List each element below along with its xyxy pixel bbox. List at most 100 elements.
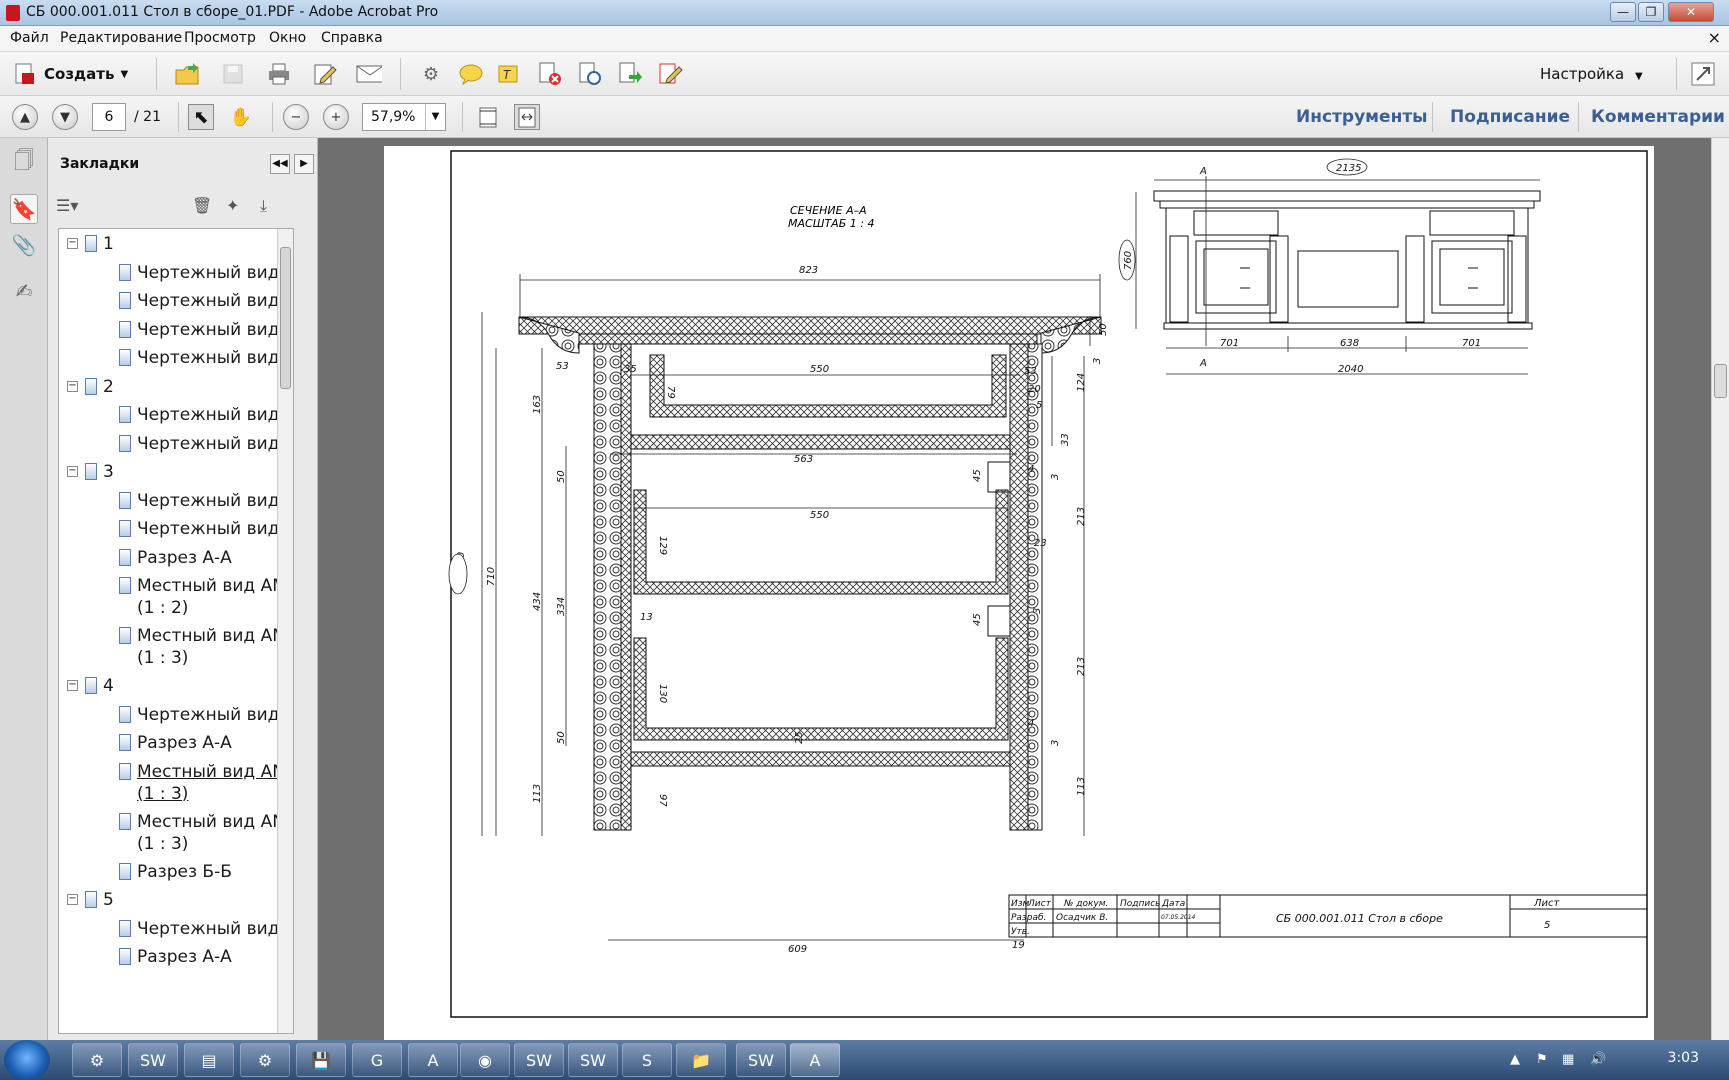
maximize-button[interactable]: ❐ bbox=[1638, 2, 1664, 22]
document-scroll-thumb[interactable] bbox=[1714, 364, 1727, 398]
page-number-input[interactable]: 6 bbox=[92, 103, 126, 131]
zoom-in-button[interactable]: + bbox=[323, 104, 349, 130]
taskbar-clock[interactable]: 3:03 bbox=[1668, 1050, 1699, 1066]
dim-550-mid: 550 bbox=[810, 510, 829, 521]
flag-icon[interactable]: ⚑ bbox=[1536, 1052, 1548, 1067]
bookmark-icon bbox=[119, 320, 131, 338]
taskbar-app-button[interactable]: SW bbox=[736, 1043, 786, 1077]
extract-page-icon[interactable] bbox=[617, 61, 643, 87]
bookmarks-icon[interactable]: 🔖 bbox=[10, 194, 38, 224]
new-bookmark-icon[interactable]: ✦ bbox=[226, 196, 239, 215]
dim-3-a: 3 bbox=[1092, 358, 1103, 364]
toolbar-separator bbox=[156, 58, 157, 90]
toolbar-separator bbox=[1578, 102, 1579, 132]
print-icon[interactable] bbox=[266, 61, 292, 87]
collapse-toggle-icon[interactable]: − bbox=[67, 680, 78, 691]
tools-pane-link[interactable]: Инструменты bbox=[1296, 107, 1428, 127]
collapse-panel-button[interactable]: ◀◀ bbox=[270, 154, 290, 174]
taskbar-app-button[interactable]: G bbox=[352, 1043, 402, 1077]
create-button[interactable]: Создать ▼ bbox=[12, 60, 128, 88]
expand-icon[interactable] bbox=[1690, 61, 1716, 87]
menu-help[interactable]: Справка bbox=[321, 30, 383, 46]
create-button-label: Создать bbox=[44, 65, 115, 83]
menu-file[interactable]: Файл bbox=[10, 30, 49, 46]
tray-arrow-icon[interactable]: ▲ bbox=[1510, 1052, 1520, 1067]
document-view[interactable]: СЕЧЕНИЕ А–А МАСШТАБ 1 : 4 823 710 434 33… bbox=[318, 138, 1711, 1040]
comment-pane-link[interactable]: Комментарии bbox=[1591, 107, 1725, 127]
collapse-toggle-icon[interactable]: − bbox=[67, 466, 78, 477]
menu-window[interactable]: Окно bbox=[269, 30, 306, 46]
document-close-icon[interactable]: × bbox=[1708, 28, 1721, 47]
hand-tool-icon[interactable]: ✋ bbox=[228, 104, 254, 130]
gear-icon[interactable]: ⚙ bbox=[418, 61, 444, 87]
taskbar-app-button[interactable]: A bbox=[790, 1043, 840, 1077]
trash-icon[interactable]: 🗑 bbox=[192, 196, 212, 215]
bookmark-icon bbox=[119, 577, 131, 594]
bookmarks-panel: Закладки ◀◀ ▶ ☰▾ 🗑 ✦ ⤓ − 1 Чертежный вид2 Ч… bbox=[48, 138, 318, 1040]
fit-page-icon[interactable] bbox=[475, 104, 501, 130]
next-page-button[interactable]: ▼ bbox=[52, 104, 78, 130]
collapse-toggle-icon[interactable]: − bbox=[67, 238, 78, 249]
customize-dropdown[interactable]: Настройка ▼ bbox=[1540, 65, 1643, 83]
tb-sheet-number: 5 bbox=[1544, 920, 1550, 931]
open-folder-icon[interactable] bbox=[174, 61, 200, 87]
main-toolbar: Создать ▼ ⚙ T Настройка ▼ bbox=[0, 52, 1729, 96]
highlight-text-icon[interactable]: T bbox=[497, 61, 523, 87]
expand-bookmark-icon[interactable]: ⤓ bbox=[260, 196, 267, 216]
close-button[interactable]: ✕ bbox=[1668, 2, 1714, 22]
taskbar-app-button[interactable]: 💾 bbox=[296, 1043, 346, 1077]
bookmark-options-icon[interactable]: ☰▾ bbox=[56, 196, 78, 215]
dim-33: 33 bbox=[1060, 433, 1071, 446]
scroll-thumb[interactable] bbox=[280, 247, 291, 389]
bookmark-icon bbox=[119, 292, 131, 309]
collapse-toggle-icon[interactable]: − bbox=[67, 894, 78, 905]
dim-50-lower: 50 bbox=[556, 731, 567, 744]
save-icon[interactable] bbox=[220, 61, 246, 87]
taskbar-app-button[interactable]: ◉ bbox=[460, 1043, 510, 1077]
taskbar-app-button[interactable]: A bbox=[408, 1043, 458, 1077]
export-page-icon[interactable] bbox=[577, 61, 603, 87]
panel-options-button[interactable]: ▶ bbox=[294, 154, 314, 174]
bookmark-icon bbox=[119, 705, 131, 723]
collapse-toggle-icon[interactable]: − bbox=[67, 380, 78, 392]
zoom-level-value: 57,9% bbox=[371, 109, 416, 125]
attachments-icon[interactable]: 📎 bbox=[10, 230, 38, 260]
taskbar-app-button[interactable]: ⚙ bbox=[240, 1043, 290, 1077]
chevron-down-icon[interactable]: ▼ bbox=[425, 104, 445, 130]
toolbar-separator bbox=[462, 102, 463, 132]
taskbar-app-button[interactable]: SW bbox=[514, 1043, 564, 1077]
tb-role-approved: Утв. bbox=[1011, 927, 1030, 937]
email-icon[interactable] bbox=[356, 61, 382, 87]
taskbar-app-button[interactable]: S bbox=[622, 1043, 672, 1077]
edit-document-icon[interactable] bbox=[312, 61, 338, 87]
zoom-level-input[interactable]: 57,9% ▼ bbox=[362, 103, 446, 131]
sign-pane-link[interactable]: Подписание bbox=[1450, 107, 1570, 127]
dim-25: 25 bbox=[794, 731, 805, 744]
signatures-icon[interactable]: ✍ bbox=[10, 276, 38, 306]
select-tool-icon[interactable]: ⬉ bbox=[188, 104, 214, 130]
sign-document-icon[interactable] bbox=[657, 61, 683, 87]
document-scrollbar[interactable] bbox=[1711, 138, 1729, 1040]
tb-sheet-label: Лист bbox=[1533, 898, 1561, 909]
delete-page-icon[interactable] bbox=[537, 61, 563, 87]
taskbar-app-button[interactable]: SW bbox=[128, 1043, 178, 1077]
bookmarks-scrollbar[interactable] bbox=[277, 229, 293, 1033]
taskbar-app-button[interactable]: ⚙ bbox=[72, 1043, 122, 1077]
start-button[interactable] bbox=[4, 1040, 50, 1080]
zoom-out-button[interactable]: − bbox=[283, 104, 309, 130]
menu-view[interactable]: Просмотр bbox=[184, 30, 256, 46]
page-thumbnails-icon[interactable]: 🗍 bbox=[10, 148, 38, 178]
taskbar-app-button[interactable]: ▤ bbox=[184, 1043, 234, 1077]
bookmark-label: Местный вид ANA bbox=[137, 761, 294, 782]
fit-width-icon[interactable] bbox=[514, 104, 540, 130]
bookmark-icon bbox=[119, 406, 131, 423]
minimize-button[interactable]: — bbox=[1610, 2, 1636, 22]
network-icon[interactable]: ▦ bbox=[1562, 1052, 1574, 1067]
volume-icon[interactable]: 🔊 bbox=[1590, 1052, 1606, 1067]
menu-edit[interactable]: Редактирование bbox=[60, 30, 182, 46]
taskbar-app-button[interactable]: SW bbox=[568, 1043, 618, 1077]
previous-page-button[interactable]: ▲ bbox=[12, 104, 38, 130]
taskbar-app-button[interactable]: 📁 bbox=[676, 1043, 726, 1077]
comment-icon[interactable] bbox=[458, 61, 484, 87]
bookmark-label: Разрез А-А bbox=[137, 947, 232, 967]
